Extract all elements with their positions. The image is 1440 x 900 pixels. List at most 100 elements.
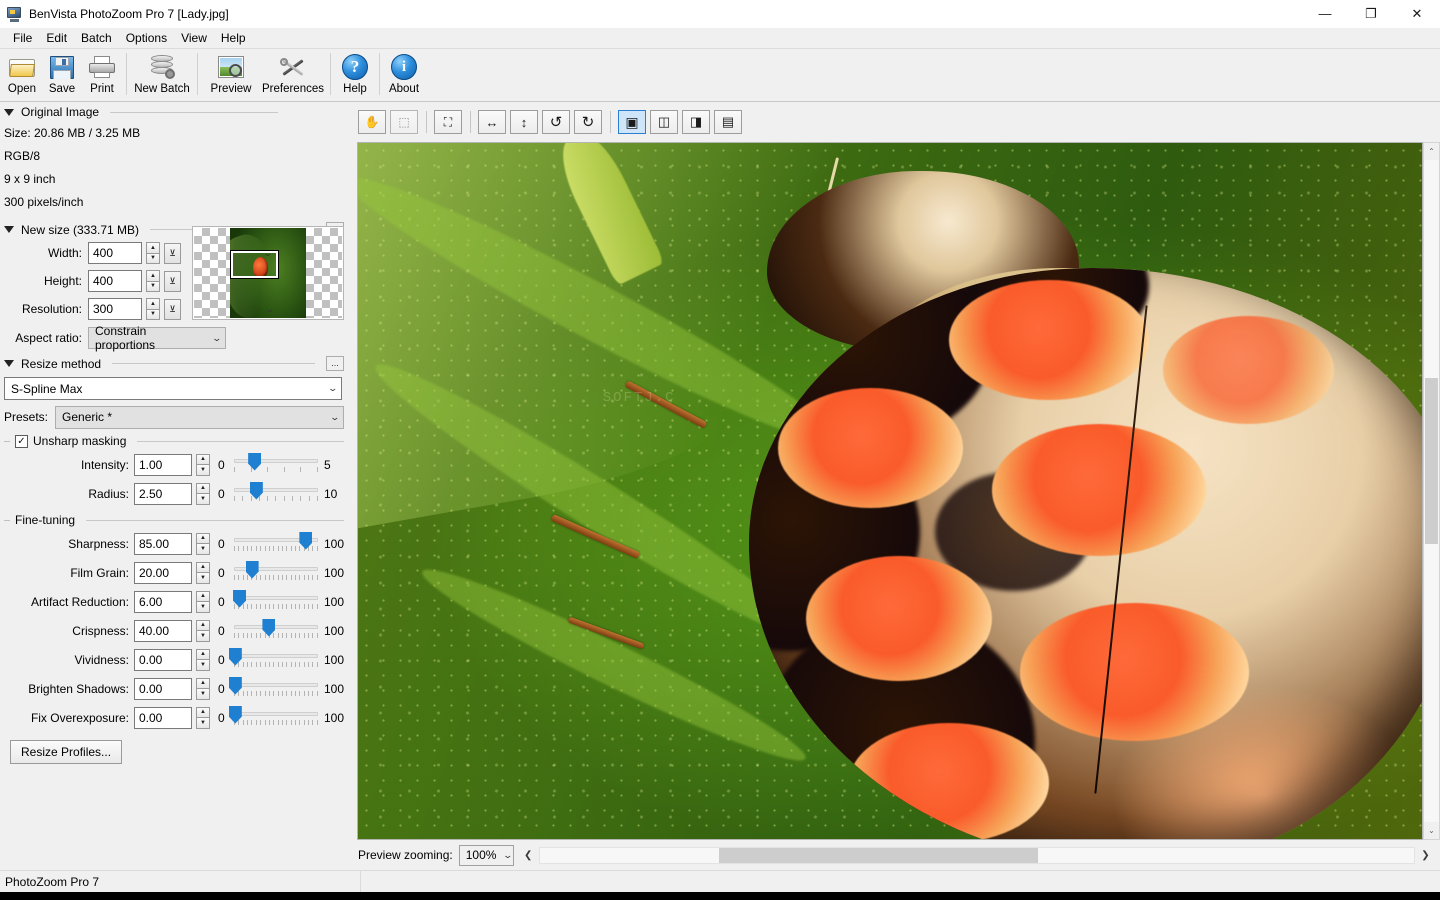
rotate-right-icon[interactable]: ↻: [574, 110, 602, 134]
brighten-shadows-stepper[interactable]: ▲▼: [196, 678, 210, 700]
sharpness-input[interactable]: 85.00: [134, 533, 192, 555]
split-view-icon[interactable]: ◫: [650, 110, 678, 134]
resize-method-select[interactable]: S-Spline Max ⌄: [4, 377, 342, 400]
width-lock-button[interactable]: ⊻: [164, 243, 181, 264]
vividness-stepper[interactable]: ▲▼: [196, 649, 210, 671]
fix-overexposure-stepper[interactable]: ▲▼: [196, 707, 210, 729]
vertical-scrollbar[interactable]: ⌃ ⌄: [1423, 142, 1440, 840]
height-lock-button[interactable]: ⊻: [164, 271, 181, 292]
single-view-icon[interactable]: ▣: [618, 110, 646, 134]
menu-file[interactable]: File: [6, 28, 39, 48]
artifact-reduction-stepper[interactable]: ▲▼: [196, 591, 210, 613]
slider-row-sharpness: Sharpness: 85.00 ▲▼ 0 100: [0, 529, 344, 558]
hscroll-thumb[interactable]: [719, 848, 1038, 863]
radius-stepper[interactable]: ▲▼: [196, 483, 210, 505]
chevron-down-icon: ⌄: [503, 850, 514, 861]
scroll-right-arrow-icon[interactable]: ❯: [1417, 847, 1434, 864]
radius-slider[interactable]: [234, 482, 318, 506]
preview-zoom-select[interactable]: 100% ⌄: [459, 845, 514, 866]
image-canvas[interactable]: SOFTJ.C: [357, 142, 1423, 840]
resolution-stepper[interactable]: ▲▼: [146, 298, 160, 320]
toolbar-print-button[interactable]: Print: [82, 49, 122, 100]
fix-overexposure-input[interactable]: 0.00: [134, 707, 192, 729]
artifact-reduction-input[interactable]: 6.00: [134, 591, 192, 613]
fix-overexposure-slider[interactable]: [234, 706, 318, 730]
artifact-reduction-label: Artifact Reduction:: [4, 595, 134, 609]
resolution-lock-button[interactable]: ⊻: [164, 299, 181, 320]
toolbar-new-batch-button[interactable]: New Batch: [131, 49, 193, 100]
preview-area: SOFTJ.C ⌃ ⌄: [350, 142, 1440, 840]
status-bar: PhotoZoom Pro 7: [0, 870, 1440, 892]
crispness-slider[interactable]: [234, 619, 318, 643]
resize-method-section-header[interactable]: Resize method ...: [0, 353, 344, 374]
vividness-input[interactable]: 0.00: [134, 649, 192, 671]
toolbar-preferences-button[interactable]: Preferences: [260, 49, 326, 100]
width-stepper[interactable]: ▲▼: [146, 242, 160, 264]
toolbar-preview-button[interactable]: Preview: [202, 49, 260, 100]
film-grain-slider[interactable]: [234, 561, 318, 585]
height-input[interactable]: 400: [88, 270, 142, 292]
intensity-slider[interactable]: [234, 453, 318, 477]
toolbar-open-button[interactable]: Open: [2, 49, 42, 100]
vscroll-thumb[interactable]: [1425, 378, 1438, 544]
stacked-view-icon[interactable]: ▤: [714, 110, 742, 134]
sharpness-slider[interactable]: [234, 532, 318, 556]
intensity-input[interactable]: 1.00: [134, 454, 192, 476]
radius-input[interactable]: 2.50: [134, 483, 192, 505]
menu-help[interactable]: Help: [214, 28, 253, 48]
original-image-section-header[interactable]: Original Image: [0, 102, 344, 122]
height-stepper[interactable]: ▲▼: [146, 270, 160, 292]
menu-options[interactable]: Options: [119, 28, 174, 48]
menu-batch[interactable]: Batch: [74, 28, 119, 48]
film-grain-stepper[interactable]: ▲▼: [196, 562, 210, 584]
marquee-select-icon[interactable]: ⬚: [390, 110, 418, 134]
toolbar-about-button[interactable]: i About: [384, 49, 424, 100]
artifact-reduction-slider[interactable]: [234, 590, 318, 614]
brighten-shadows-slider[interactable]: [234, 677, 318, 701]
brighten-shadows-input[interactable]: 0.00: [134, 678, 192, 700]
vividness-slider[interactable]: [234, 648, 318, 672]
intensity-stepper[interactable]: ▲▼: [196, 454, 210, 476]
collapse-triangle-icon[interactable]: [4, 360, 14, 367]
unsharp-masking-group-header[interactable]: ✓ Unsharp masking: [0, 432, 344, 450]
hand-pan-icon[interactable]: ✋: [358, 110, 386, 134]
maximize-button[interactable]: ❐: [1348, 0, 1394, 28]
flip-horizontal-icon[interactable]: ↔: [478, 110, 506, 134]
toolbar-help-button[interactable]: ? Help: [335, 49, 375, 100]
section-divider: [137, 441, 344, 442]
scroll-up-arrow-icon[interactable]: ⌃: [1424, 143, 1439, 160]
unsharp-masking-checkbox[interactable]: ✓: [15, 435, 28, 448]
section-divider: [110, 112, 278, 113]
rotate-left-icon[interactable]: ↺: [542, 110, 570, 134]
aspect-ratio-select[interactable]: Constrain proportions ⌄: [88, 327, 226, 349]
resolution-input[interactable]: 300: [88, 298, 142, 320]
group-dash: [4, 441, 10, 442]
minimize-button[interactable]: —: [1302, 0, 1348, 28]
menu-view[interactable]: View: [174, 28, 214, 48]
presets-select[interactable]: Generic * ⌄: [55, 406, 344, 429]
close-button[interactable]: ✕: [1394, 0, 1440, 28]
horizontal-scrollbar[interactable]: [539, 847, 1415, 864]
resize-profiles-button[interactable]: Resize Profiles...: [10, 740, 122, 764]
collapse-triangle-icon[interactable]: [4, 226, 14, 233]
flip-vertical-icon[interactable]: ↕: [510, 110, 538, 134]
collapse-triangle-icon[interactable]: [4, 109, 14, 116]
toolbar-save-button[interactable]: Save: [42, 49, 82, 100]
crop-icon[interactable]: ⛶: [434, 110, 462, 134]
menu-edit[interactable]: Edit: [39, 28, 74, 48]
film-grain-input[interactable]: 20.00: [134, 562, 192, 584]
crispness-input[interactable]: 40.00: [134, 620, 192, 642]
resize-method-options-button[interactable]: ...: [326, 356, 344, 371]
resolution-label: Resolution:: [4, 302, 82, 316]
side-by-side-icon[interactable]: ◨: [682, 110, 710, 134]
scroll-left-arrow-icon[interactable]: ❮: [520, 847, 537, 864]
sharpness-stepper[interactable]: ▲▼: [196, 533, 210, 555]
chevron-down-icon: ⌄: [212, 333, 223, 344]
crispness-stepper[interactable]: ▲▼: [196, 620, 210, 642]
image-size-text: Size: 20.86 MB / 3.25 MB: [4, 122, 190, 145]
vscroll-track[interactable]: [1424, 160, 1439, 822]
floppy-disk-icon: [50, 52, 74, 82]
question-circle-icon: ?: [342, 52, 368, 82]
scroll-down-arrow-icon[interactable]: ⌄: [1424, 822, 1439, 839]
width-input[interactable]: 400: [88, 242, 142, 264]
